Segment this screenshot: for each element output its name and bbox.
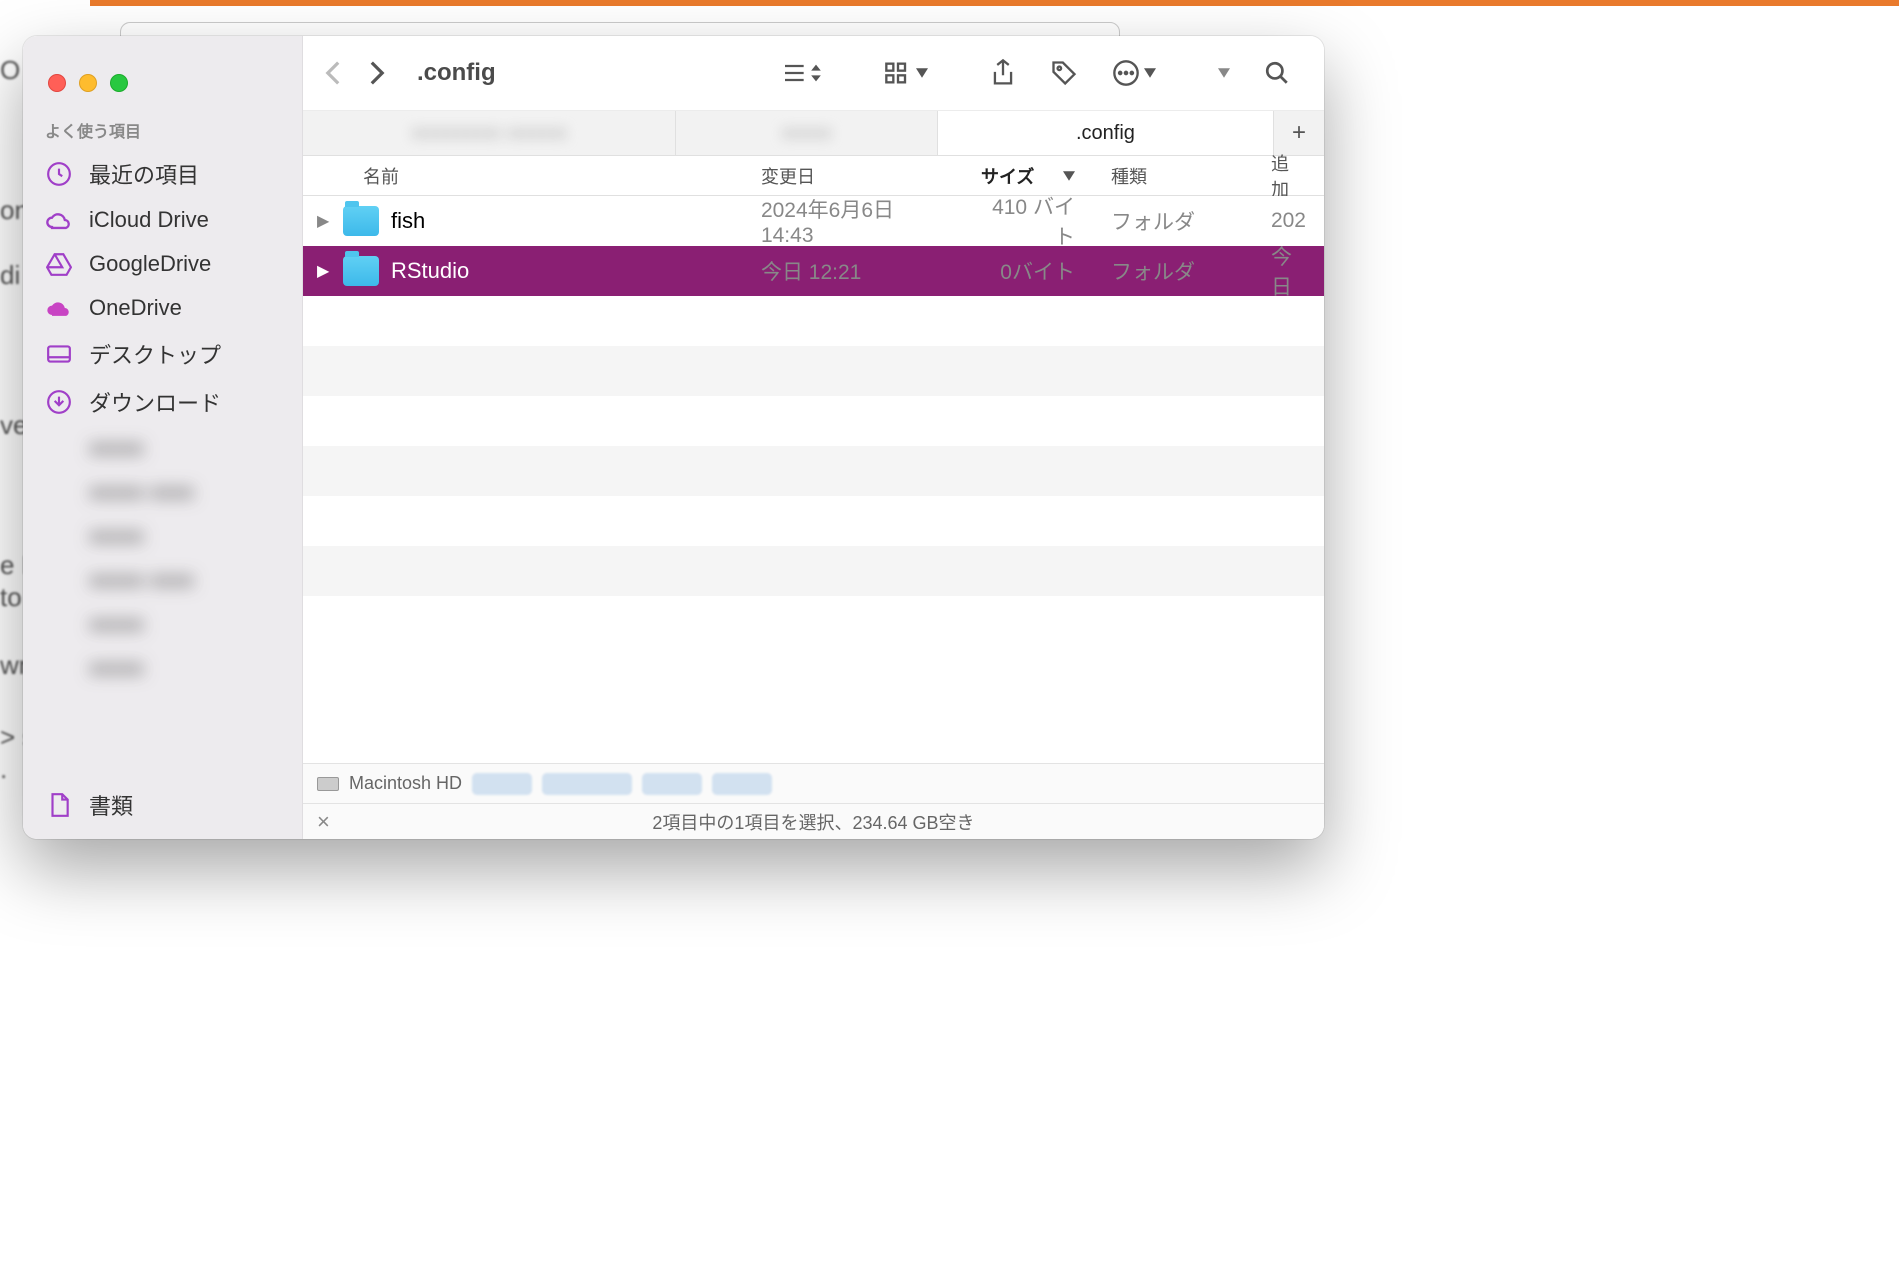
view-list-button[interactable] [766,62,834,84]
sidebar-item-label: デスクトップ [89,338,221,370]
disclosure-icon[interactable]: ▶ [317,261,331,281]
cloud-icon [45,206,73,234]
file-added: 202 [1253,209,1324,233]
empty-row [303,596,1324,646]
minimize-button[interactable] [79,74,97,92]
sidebar-section-favorites: よく使う項目 [23,110,302,150]
bg-text: di [0,260,20,291]
path-blur [642,773,702,795]
back-button[interactable] [325,60,341,86]
path-blur [472,773,532,795]
disclosure-icon[interactable]: ▶ [317,211,331,231]
finder-window: よく使う項目 最近の項目 iCloud Drive GoogleDrive On… [23,36,1324,839]
desktop-icon [45,340,73,368]
close-button[interactable] [48,74,66,92]
close-preview-button[interactable]: × [317,809,330,835]
tab-hidden-1[interactable]: xxxxxxxxx xxxxxx [303,111,676,155]
status-bar: × 2項目中の1項目を選択、234.64 GB空き [303,803,1324,839]
window-controls [23,56,302,110]
empty-row [303,396,1324,446]
sidebar-item-googledrive[interactable]: GoogleDrive [23,242,302,286]
file-date: 2024年6月6日 14:43 [743,196,963,248]
sidebar-item-downloads[interactable]: ダウンロード [23,378,302,426]
sidebar-item-onedrive[interactable]: OneDrive [23,286,302,330]
sort-indicator-icon [1063,171,1075,181]
file-row-rstudio[interactable]: ▶ RStudio 今日 12:21 0バイト フォルダ 今日 [303,246,1324,296]
sidebar-item-desktop[interactable]: デスクトップ [23,330,302,378]
sidebar-blurred: xxxxx xxxxx xxxx xxxxx xxxxx xxxx xxxxx … [23,426,302,781]
bg-text: to [0,582,22,613]
file-name: fish [391,208,425,234]
column-headers: 名前 変更日 サイズ 種類 追加 [303,156,1324,196]
sidebar-item-label: 最近の項目 [89,158,199,190]
col-size-label: サイズ [981,163,1034,189]
location-title: .config [417,59,496,87]
file-list: ▶ fish 2024年6月6日 14:43 410 バイト フォルダ 202 … [303,196,1324,763]
tag-button[interactable] [1038,59,1090,87]
empty-row [303,546,1324,596]
bg-text: O [0,55,20,86]
empty-row [303,496,1324,546]
group-button[interactable] [872,61,940,85]
orange-bar [90,0,1899,6]
toolbar: .config [303,36,1324,111]
col-kind[interactable]: 種類 [1093,163,1253,189]
file-date: 今日 12:21 [743,256,963,286]
file-added: 今日 [1253,241,1324,301]
onedrive-icon [45,294,73,322]
file-kind: フォルダ [1093,206,1253,236]
document-icon [45,791,73,819]
forward-button[interactable] [369,60,385,86]
sidebar-item-label: 書類 [89,789,133,821]
folder-icon [343,206,379,236]
tab-hidden-2[interactable]: xxxxx [676,111,938,155]
new-tab-button[interactable]: + [1274,111,1324,155]
expand-button[interactable] [1206,68,1242,78]
file-kind: フォルダ [1093,256,1253,286]
empty-row [303,446,1324,496]
clock-icon [45,160,73,188]
sidebar-item-label: OneDrive [89,295,182,321]
googledrive-icon [45,250,73,278]
sidebar-item-label: iCloud Drive [89,207,209,233]
file-name: RStudio [391,258,469,284]
file-row-fish[interactable]: ▶ fish 2024年6月6日 14:43 410 バイト フォルダ 202 [303,196,1324,246]
tab-label: .config [1076,122,1135,145]
path-drive: Macintosh HD [349,773,462,794]
bg-text: . [0,754,7,785]
folder-icon [343,256,379,286]
col-name[interactable]: 名前 [303,163,743,189]
sidebar-item-icloud[interactable]: iCloud Drive [23,198,302,242]
file-size: 410 バイト [963,196,1093,251]
file-size: 0バイト [963,256,1093,286]
sidebar-item-documents[interactable]: 書類 [23,781,302,829]
sidebar-item-label: GoogleDrive [89,251,211,277]
share-button[interactable] [978,58,1028,88]
col-date[interactable]: 変更日 [743,163,963,189]
more-button[interactable] [1100,59,1168,87]
status-text: 2項目中の1項目を選択、234.64 GB空き [652,809,974,835]
empty-row [303,296,1324,346]
sidebar-item-label: ダウンロード [89,386,221,418]
search-button[interactable] [1252,60,1302,86]
path-blur [542,773,632,795]
download-icon [45,388,73,416]
tab-row: xxxxxxxxx xxxxxx xxxxx .config + [303,111,1324,156]
maximize-button[interactable] [110,74,128,92]
col-added[interactable]: 追加 [1253,150,1324,202]
sidebar: よく使う項目 最近の項目 iCloud Drive GoogleDrive On… [23,36,303,839]
nav-arrows [325,60,385,86]
tab-active[interactable]: .config [938,111,1274,155]
path-bar[interactable]: Macintosh HD [303,763,1324,803]
empty-row [303,346,1324,396]
path-blur [712,773,772,795]
main-panel: .config [303,36,1324,839]
col-size[interactable]: サイズ [963,163,1093,189]
drive-icon [317,777,339,791]
sidebar-item-recents[interactable]: 最近の項目 [23,150,302,198]
